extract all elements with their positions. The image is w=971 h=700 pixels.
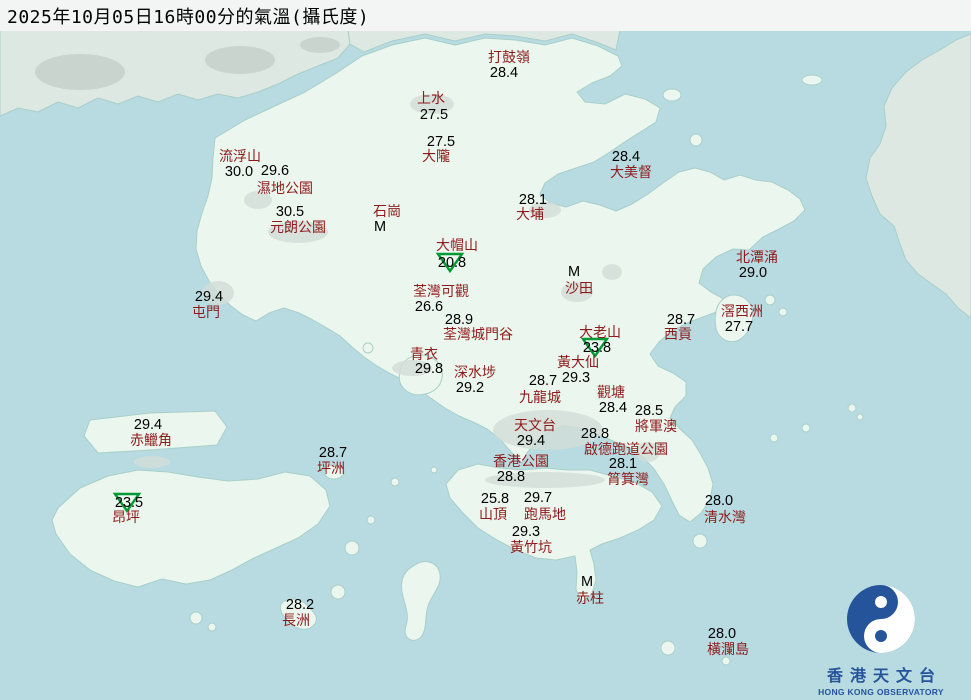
station-name-label: 上水 xyxy=(417,91,445,105)
station-name-label: 屯門 xyxy=(192,305,220,319)
station-name-label: 跑馬地 xyxy=(524,507,566,521)
station-value-label: 26.6 xyxy=(415,300,443,315)
station-name-label: 九龍城 xyxy=(519,390,561,404)
station-value-label: 28.7 xyxy=(319,446,347,461)
station-value-label: 29.3 xyxy=(512,525,540,540)
station-value-label: 29.4 xyxy=(195,290,223,305)
station-name-label: 筲箕灣 xyxy=(607,472,649,486)
station-name-label: 黃竹坑 xyxy=(510,540,552,554)
station-value-label: 29.0 xyxy=(739,266,767,281)
station-name-label: 將軍澳 xyxy=(635,419,677,433)
station-name-label: 山頂 xyxy=(479,507,507,521)
station-name-label: 大埔 xyxy=(516,207,544,221)
station-value-missing: M xyxy=(374,220,386,235)
station-value-label: 29.8 xyxy=(415,362,443,377)
station-value-label: 29.3 xyxy=(562,371,590,386)
station-value-label: 28.2 xyxy=(286,598,314,613)
station-value-label: 28.4 xyxy=(612,150,640,165)
station-value-label: 28.1 xyxy=(519,193,547,208)
station-name-label: 赤鱲角 xyxy=(130,433,172,447)
station-value-label: 20.8 xyxy=(438,256,466,271)
map-title-bar: 2025年10月05日16時00分的氣溫(攝氏度) xyxy=(0,0,971,31)
station-name-label: 香港公園 xyxy=(493,454,549,468)
station-value-missing: M xyxy=(581,575,593,590)
station-value-label: 23.5 xyxy=(115,496,143,511)
station-value-label: 27.7 xyxy=(725,320,753,335)
hko-logo-english-label: HONG KONG OBSERVATORY xyxy=(793,687,969,697)
station-value-label: 29.4 xyxy=(134,418,162,433)
station-value-label: 29.7 xyxy=(524,491,552,506)
hko-logo-chinese-label: 香港天文台 xyxy=(793,662,971,686)
station-value-label: 28.4 xyxy=(490,66,518,81)
station-name-label: 昂坪 xyxy=(112,510,140,524)
station-value-label: 28.7 xyxy=(529,374,557,389)
station-name-label: 赤柱 xyxy=(576,591,604,605)
temperature-map-app: 2025年10月05日16時00分的氣溫(攝氏度) 打鼓嶺28.4上水27.5大… xyxy=(0,0,971,700)
hko-logo-icon xyxy=(845,583,917,655)
station-value-label: 27.5 xyxy=(420,108,448,123)
station-name-label: 青衣 xyxy=(410,347,438,361)
station-value-label: 30.0 xyxy=(225,165,253,180)
station-value-label: 28.8 xyxy=(497,470,525,485)
station-name-label: 大隴 xyxy=(422,149,450,163)
station-name-label: 深水埗 xyxy=(454,365,496,379)
station-name-label: 大老山 xyxy=(579,325,621,339)
station-name-label: 大美督 xyxy=(610,165,652,179)
station-value-label: 29.2 xyxy=(456,381,484,396)
station-name-label: 沙田 xyxy=(565,281,593,295)
station-name-label: 北潭涌 xyxy=(736,250,778,264)
station-value-label: 29.4 xyxy=(517,434,545,449)
map-title: 2025年10月05日16時00分的氣溫(攝氏度) xyxy=(7,3,369,29)
station-name-label: 天文台 xyxy=(514,418,556,432)
hko-logo: 香港天文台 HONG KONG OBSERVATORY xyxy=(793,583,969,697)
station-name-label: 打鼓嶺 xyxy=(488,50,530,64)
station-name-label: 流浮山 xyxy=(219,149,261,163)
station-value-label: 30.5 xyxy=(276,205,304,220)
station-name-label: 清水灣 xyxy=(704,510,746,524)
station-value-label: 28.8 xyxy=(581,427,609,442)
station-value-label: 25.8 xyxy=(481,492,509,507)
station-value-label: 28.4 xyxy=(599,401,627,416)
station-name-label: 荃灣城門谷 xyxy=(443,327,513,341)
station-value-label: 28.1 xyxy=(609,457,637,472)
station-value-label: 28.9 xyxy=(445,313,473,328)
station-value-label: 28.7 xyxy=(667,313,695,328)
station-value-missing: M xyxy=(568,265,580,280)
station-value-label: 28.0 xyxy=(708,627,736,642)
station-name-label: 坪洲 xyxy=(317,461,345,475)
station-name-label: 石崗 xyxy=(373,204,401,218)
station-name-label: 濕地公園 xyxy=(257,181,313,195)
station-value-label: 27.5 xyxy=(427,135,455,150)
station-name-label: 橫瀾島 xyxy=(707,642,749,656)
station-value-label: 28.5 xyxy=(635,404,663,419)
station-value-label: 28.0 xyxy=(705,494,733,509)
station-name-label: 滘西洲 xyxy=(721,304,763,318)
station-name-label: 大帽山 xyxy=(436,238,478,252)
station-name-label: 長洲 xyxy=(282,613,310,627)
station-name-label: 黃大仙 xyxy=(557,355,599,369)
station-name-label: 觀塘 xyxy=(597,385,625,399)
station-name-label: 啟德跑道公園 xyxy=(584,442,668,456)
station-name-label: 西貢 xyxy=(664,327,692,341)
station-value-label: 29.6 xyxy=(261,164,289,179)
station-name-label: 荃灣可觀 xyxy=(413,284,469,298)
station-name-label: 元朗公園 xyxy=(270,220,326,234)
